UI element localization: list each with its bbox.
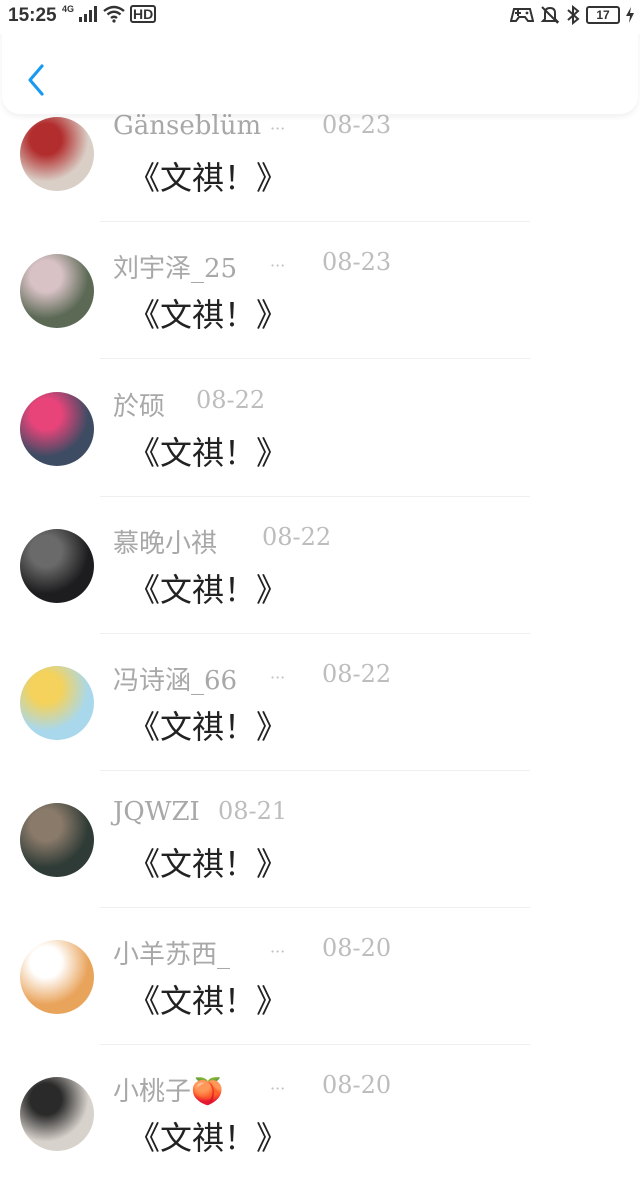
message-text: 《文祺！》 xyxy=(128,571,289,609)
message-date: 08-22 xyxy=(196,386,266,414)
message-date: 08-20 xyxy=(322,1071,392,1099)
avatar[interactable] xyxy=(20,254,94,328)
username-ellipsis: ··· xyxy=(270,942,286,961)
username: 小羊苏西_ xyxy=(113,940,231,970)
username: Gänseblüm xyxy=(113,111,262,141)
list-item[interactable]: 於硕 08-22 《文祺！》 xyxy=(0,360,640,497)
avatar[interactable] xyxy=(20,529,94,603)
hd-label: HD xyxy=(130,5,157,23)
message-text: 《文祺！》 xyxy=(128,159,289,197)
username: 小桃子🍑 xyxy=(113,1077,224,1107)
signal-icon xyxy=(79,6,98,22)
message-text: 《文祺！》 xyxy=(128,708,289,746)
message-date: 08-21 xyxy=(218,797,288,825)
status-time: 15:25 xyxy=(8,5,57,26)
message-date: 08-22 xyxy=(322,660,392,688)
status-icons-right: 17 xyxy=(510,5,634,25)
message-text: 《文祺！》 xyxy=(128,434,289,472)
bell-muted-icon xyxy=(540,6,560,24)
avatar[interactable] xyxy=(20,940,94,1014)
message-text: 《文祺！》 xyxy=(128,1119,289,1157)
username-ellipsis: ··· xyxy=(270,119,286,138)
list-divider xyxy=(100,358,530,359)
avatar[interactable] xyxy=(20,803,94,877)
list-item[interactable]: 小桃子🍑 ··· 08-20 《文祺！》 xyxy=(0,1045,640,1182)
username: JQWZI xyxy=(113,797,200,827)
network-label: 4G xyxy=(62,4,75,14)
list-item[interactable]: 慕晚小祺 08-22 《文祺！》 xyxy=(0,497,640,634)
username-ellipsis: ··· xyxy=(270,668,286,687)
header-bar xyxy=(2,22,638,114)
avatar[interactable] xyxy=(20,117,94,191)
username: 慕晚小祺 xyxy=(113,529,218,559)
message-date: 08-22 xyxy=(262,523,332,551)
wifi-icon xyxy=(103,5,125,23)
list-item[interactable]: JQWZI 08-21 《文祺！》 xyxy=(0,771,640,908)
charging-icon xyxy=(626,7,634,23)
username-ellipsis: ··· xyxy=(270,1079,286,1098)
list-item[interactable]: 冯诗涵_66 ··· 08-22 《文祺！》 xyxy=(0,634,640,771)
list-item[interactable]: 刘宇泽_25 ··· 08-23 《文祺！》 xyxy=(0,222,640,359)
list-item[interactable]: 小羊苏西_ ··· 08-20 《文祺！》 xyxy=(0,908,640,1045)
message-list: Gänseblüm ··· 08-23 《文祺！》 刘宇泽_25 ··· 08-23 《文祺！… xyxy=(0,0,640,1157)
avatar[interactable] xyxy=(20,1077,94,1151)
username: 冯诗涵_66 xyxy=(113,666,238,696)
username: 刘宇泽_25 xyxy=(113,254,238,284)
avatar[interactable] xyxy=(20,392,94,466)
message-date: 08-23 xyxy=(322,248,392,276)
username: 於硕 xyxy=(113,392,166,422)
message-date: 08-20 xyxy=(322,934,392,962)
message-text: 《文祺！》 xyxy=(128,982,289,1020)
avatar[interactable] xyxy=(20,666,94,740)
bluetooth-icon xyxy=(567,5,580,25)
battery-icon: 17 xyxy=(586,6,620,24)
username-ellipsis: ··· xyxy=(270,256,286,275)
message-text: 《文祺！》 xyxy=(128,296,289,334)
status-icons-left: 4G HD xyxy=(62,4,157,23)
game-controller-icon xyxy=(510,8,534,22)
message-date: 08-23 xyxy=(322,111,392,139)
back-button[interactable] xyxy=(22,60,52,100)
message-text: 《文祺！》 xyxy=(128,845,289,883)
chevron-left-icon xyxy=(28,64,44,96)
battery-level: 17 xyxy=(596,8,610,22)
status-bar: 15:25 4G HD 17 xyxy=(0,0,640,34)
